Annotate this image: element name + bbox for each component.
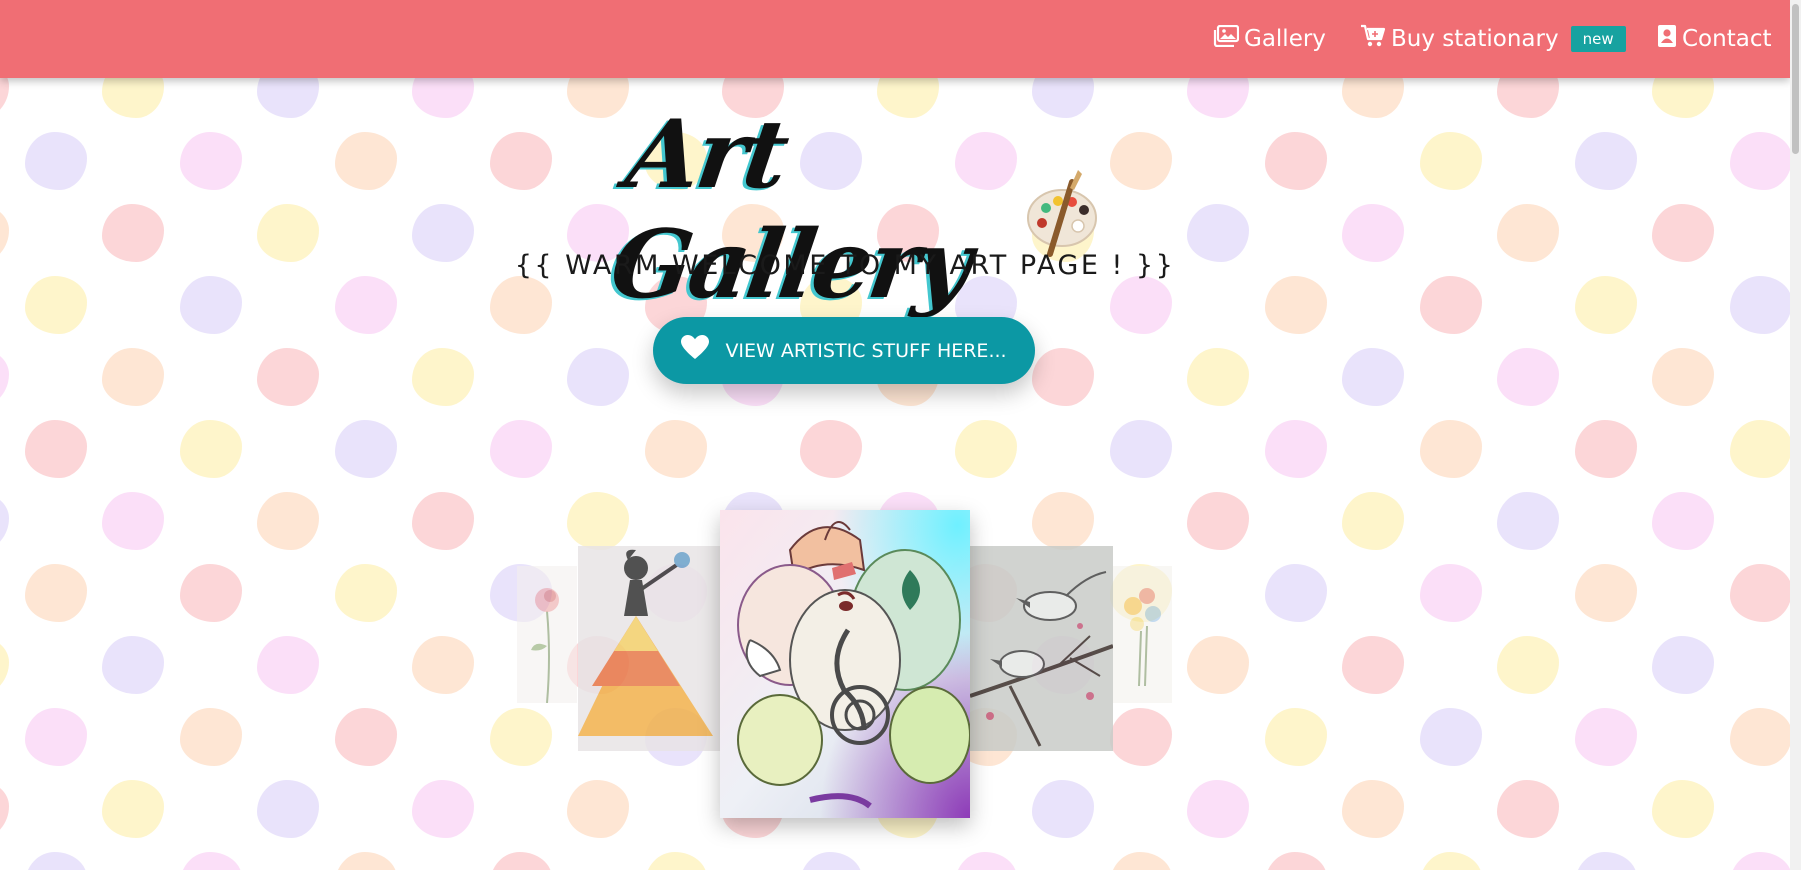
cart-icon (1360, 24, 1391, 54)
contact-card-icon (1657, 24, 1682, 54)
nav-gallery-link[interactable]: Gallery (1213, 24, 1326, 54)
new-badge: new (1570, 26, 1626, 52)
nav-buy-stationary-link[interactable]: Buy stationary new (1360, 24, 1626, 54)
images-icon (1213, 24, 1244, 53)
scrollbar-thumb[interactable] (1792, 4, 1799, 154)
nav-contact-link[interactable]: Contact (1657, 24, 1771, 54)
artwork-carousel (0, 0, 1790, 870)
page-scrollbar[interactable] (1790, 0, 1801, 870)
carousel-slide-girl-dress[interactable] (578, 546, 721, 751)
nav-gallery-label: Gallery (1244, 26, 1326, 52)
nav-buy-stationary-label: Buy stationary (1391, 26, 1559, 52)
carousel-slide-ganesha[interactable] (720, 510, 970, 818)
nav-contact-label: Contact (1682, 26, 1772, 52)
carousel-slide-bouquet[interactable] (1113, 566, 1172, 703)
carousel-slide-birds[interactable] (970, 546, 1113, 751)
carousel-slide-rose[interactable] (517, 566, 577, 703)
top-navbar: Gallery Buy stationary new Contact (0, 0, 1790, 78)
